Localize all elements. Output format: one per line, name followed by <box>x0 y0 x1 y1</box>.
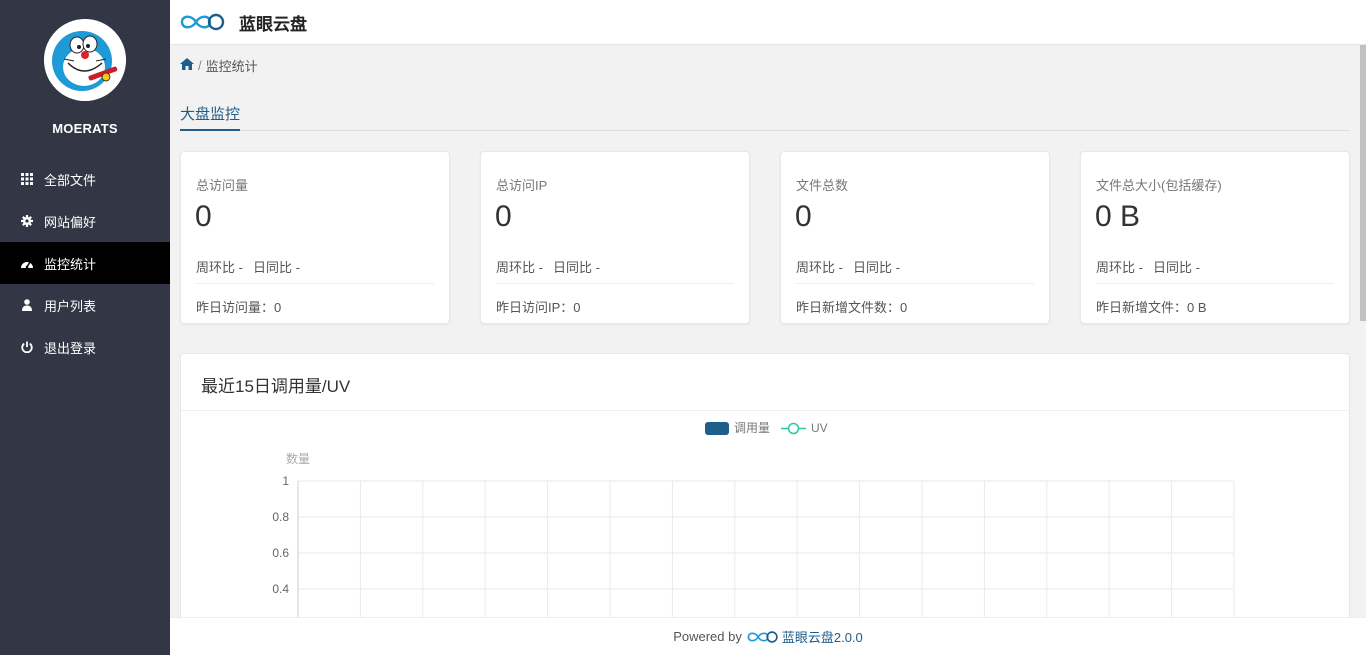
stat-card-divider <box>1096 283 1334 284</box>
stat-card-compare: 周环比 - 日同比 - <box>1096 257 1200 276</box>
y-tick-label: 0.4 <box>272 582 289 596</box>
stat-card-divider <box>496 283 734 284</box>
top-header: 蓝眼云盘 <box>170 0 1366 45</box>
stat-card-value: 0 <box>495 200 512 233</box>
footer-prefix: Powered by <box>673 629 742 644</box>
tab-dashboard[interactable]: 大盘监控 <box>180 101 241 131</box>
blue-eye-logo-icon <box>747 630 778 643</box>
home-icon[interactable] <box>180 58 194 73</box>
sidebar-item-users[interactable]: 用户列表 <box>0 284 170 326</box>
gear-icon <box>20 214 34 228</box>
legend-bar-swatch <box>705 422 729 435</box>
footer-version-link[interactable]: 蓝眼云盘2.0.0 <box>782 627 863 646</box>
legend-line-marker <box>787 422 800 435</box>
sidebar-item-all-files[interactable]: 全部文件 <box>0 158 170 200</box>
avatar[interactable] <box>44 19 126 101</box>
stat-card-divider <box>796 283 1034 284</box>
scrollbar[interactable] <box>1360 45 1366 617</box>
stat-card-footer: 昨日访问IP：0 <box>496 300 581 315</box>
stat-card-compare: 周环比 - 日同比 - <box>496 257 600 276</box>
stat-card-divider <box>196 283 434 284</box>
y-tick-label: 0.8 <box>272 510 289 524</box>
stat-card-footer: 昨日新增文件数：0 <box>796 300 908 315</box>
chart-title: 最近15日调用量/UV <box>201 377 351 396</box>
y-tick-label: 0.6 <box>272 546 289 560</box>
sidebar-item-preferences[interactable]: 网站偏好 <box>0 200 170 242</box>
breadcrumb-current: 监控统计 <box>205 59 258 74</box>
sidebar-item-label: 退出登录 <box>44 340 97 356</box>
day-over-day: 日同比 - <box>552 260 600 275</box>
stat-card-label: 总访问量 <box>196 178 249 193</box>
sidebar-item-label: 全部文件 <box>44 172 97 188</box>
stat-card-footer: 昨日新增文件：0 B <box>1096 300 1207 315</box>
stat-card-total-visits: 总访问量 0 周环比 - 日同比 - 昨日访问量：0 <box>180 151 450 324</box>
stat-card-label: 文件总大小(包括缓存) <box>1096 178 1222 193</box>
scrollbar-thumb[interactable] <box>1360 45 1366 321</box>
stat-card-label: 文件总数 <box>796 178 849 193</box>
stat-card-compare: 周环比 - 日同比 - <box>796 257 900 276</box>
stat-card-footer: 昨日访问量：0 <box>196 300 282 315</box>
breadcrumb-separator: / <box>198 58 202 73</box>
week-over-week: 周环比 - <box>496 260 543 275</box>
legend-bar-label: 调用量 <box>734 421 770 435</box>
stat-card-value: 0 B <box>1095 200 1141 233</box>
week-over-week: 周环比 - <box>1096 260 1143 275</box>
sidebar-item-logout[interactable]: 退出登录 <box>0 326 170 368</box>
power-icon <box>20 340 34 354</box>
grid-icon <box>20 172 34 186</box>
sidebar-item-label: 用户列表 <box>44 298 97 314</box>
stat-card-total-size: 文件总大小(包括缓存) 0 B 周环比 - 日同比 - 昨日新增文件：0 B <box>1080 151 1350 324</box>
doraemon-avatar-icon <box>44 19 126 101</box>
breadcrumb: / 监控统计 <box>180 56 258 75</box>
day-over-day: 日同比 - <box>1152 260 1200 275</box>
stat-card-value: 0 <box>195 200 212 233</box>
sidebar-username: MOERATS <box>52 121 118 136</box>
y-tick-label: 1 <box>282 474 289 488</box>
usage-chart: 调用量 UV 数量 1 0.8 0.6 0.4 <box>272 421 1235 617</box>
stat-card-total-ip: 总访问IP 0 周环比 - 日同比 - 昨日访问IP：0 <box>480 151 750 324</box>
sidebar-item-monitor[interactable]: 监控统计 <box>0 242 170 284</box>
week-over-week: 周环比 - <box>796 260 843 275</box>
day-over-day: 日同比 - <box>252 260 300 275</box>
stat-card-compare: 周环比 - 日同比 - <box>196 257 300 276</box>
tab-bar: 大盘监控 <box>180 101 1350 131</box>
chart-card: 最近15日调用量/UV 调用量 UV 数量 1 0.8 0.6 0.4 <box>180 353 1350 617</box>
sidebar-item-label: 网站偏好 <box>44 214 97 230</box>
day-over-day: 日同比 - <box>852 260 900 275</box>
stat-card-value: 0 <box>795 200 812 233</box>
sidebar: MOERATS 全部文件 网站偏好 监控统计 用户列表 退出登录 <box>0 0 170 655</box>
stat-card-label: 总访问IP <box>496 178 548 193</box>
stat-card-total-files: 文件总数 0 周环比 - 日同比 - 昨日新增文件数：0 <box>780 151 1050 324</box>
week-over-week: 周环比 - <box>196 260 243 275</box>
legend-line-label: UV <box>811 421 828 435</box>
sidebar-nav: 全部文件 网站偏好 监控统计 用户列表 退出登录 <box>0 158 170 368</box>
blue-eye-logo-icon[interactable] <box>180 11 226 33</box>
sidebar-item-label: 监控统计 <box>44 256 97 272</box>
brand-title[interactable]: 蓝眼云盘 <box>239 10 307 35</box>
main-content: / 监控统计 大盘监控 总访问量 0 周环比 - 日同比 - 昨日访问量：0 总访… <box>170 45 1360 617</box>
user-icon <box>20 298 34 312</box>
dashboard-icon <box>20 256 34 270</box>
page-footer: Powered by 蓝眼云盘2.0.0 <box>170 617 1366 655</box>
y-axis-name: 数量 <box>286 451 310 466</box>
